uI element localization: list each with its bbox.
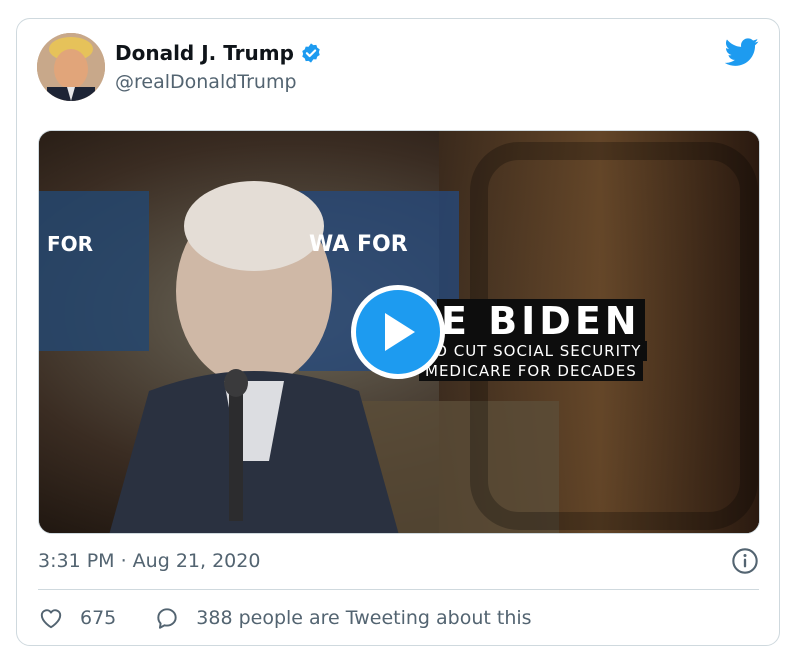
- play-icon: [385, 313, 415, 351]
- avatar-image: [37, 33, 105, 101]
- tweet-actions: 675 388 people are Tweeting about this: [38, 605, 532, 631]
- tweeting-about-text[interactable]: 388 people are Tweeting about this: [196, 607, 531, 629]
- play-button[interactable]: [351, 285, 445, 379]
- speech-bubble-icon[interactable]: [154, 605, 180, 631]
- video-overlay-line1: TO CUT SOCIAL SECURITY: [419, 341, 648, 361]
- info-icon[interactable]: [731, 547, 759, 575]
- divider: [38, 589, 759, 590]
- video-media[interactable]: WA FOR FOR E BIDEN TO CUT SOCIAL SECURIT…: [38, 130, 760, 534]
- verified-badge-icon: [302, 43, 320, 63]
- sign-text-2: FOR: [47, 232, 93, 256]
- sign-text-1: WA FOR: [309, 232, 408, 257]
- tweet-card[interactable]: Donald J. Trump @realDonaldTrump WA FOR …: [16, 18, 780, 646]
- like-count[interactable]: 675: [80, 607, 116, 629]
- avatar[interactable]: [37, 33, 105, 101]
- twitter-bird-icon[interactable]: [725, 35, 759, 69]
- video-overlay-title: E BIDEN: [437, 299, 645, 343]
- author-name[interactable]: Donald J. Trump: [115, 41, 294, 65]
- video-overlay-line2: MEDICARE FOR DECADES: [419, 361, 643, 381]
- author-handle[interactable]: @realDonaldTrump: [115, 71, 297, 93]
- tweet-timestamp[interactable]: 3:31 PM · Aug 21, 2020: [38, 550, 260, 572]
- heart-icon[interactable]: [38, 605, 64, 631]
